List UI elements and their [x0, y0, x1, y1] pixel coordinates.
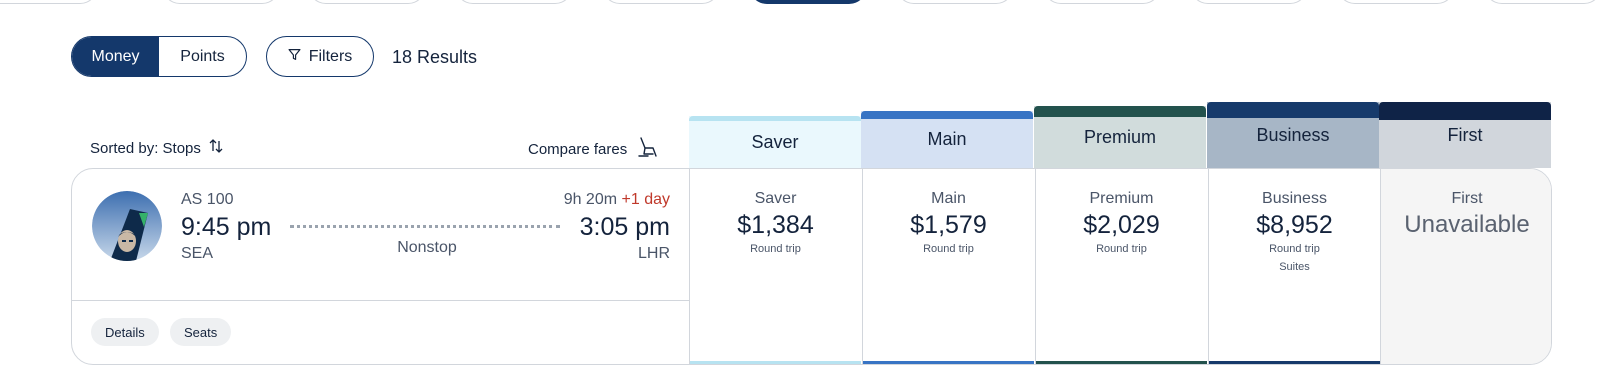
- seats-button[interactable]: Seats: [170, 318, 232, 346]
- fare-name: First: [1451, 190, 1483, 207]
- fare-name: Saver: [754, 190, 797, 207]
- fare-option-saver[interactable]: Saver $1,384 Round trip: [689, 169, 861, 364]
- fare-unavailable: Unavailable: [1404, 211, 1530, 238]
- airline-logo: [92, 191, 162, 261]
- fare-header-label: Business: [1256, 124, 1330, 145]
- date-selector-strip: [0, 0, 1600, 4]
- date-pill[interactable]: [0, 0, 98, 4]
- fare-color-bar: [1036, 361, 1207, 364]
- fare-color-bar: [863, 361, 1034, 364]
- date-pill[interactable]: [896, 0, 1014, 4]
- fare-header-business: Business: [1207, 102, 1379, 168]
- fare-trip-type: Round trip: [750, 243, 801, 255]
- date-pill[interactable]: [455, 0, 573, 4]
- card-divider: [72, 300, 689, 301]
- sort-label: Sorted by: Stops: [90, 139, 201, 157]
- flight-info: AS 100 9:45 pm SEA Nonstop 9h 20m +1 day…: [72, 169, 689, 300]
- arrival-time: 3:05 pm: [579, 213, 670, 241]
- money-toggle-button[interactable]: Money: [72, 37, 159, 76]
- fare-trip-type: Round trip: [1269, 243, 1320, 255]
- money-points-toggle: Money Points: [71, 36, 247, 77]
- date-pill[interactable]: [1043, 0, 1161, 4]
- fare-color-bar: [1209, 361, 1380, 364]
- date-pill[interactable]: [1484, 0, 1600, 4]
- fare-name: Premium: [1089, 190, 1154, 207]
- filters-button[interactable]: Filters: [266, 36, 374, 77]
- compare-fares-button[interactable]: Compare fares: [528, 136, 659, 162]
- fare-price: $2,029: [1083, 211, 1160, 239]
- fare-cabin-note: Suites: [1279, 261, 1310, 273]
- fare-header-label: Saver: [751, 131, 799, 152]
- fare-name: Business: [1262, 190, 1327, 207]
- fare-header-label: Premium: [1083, 126, 1156, 147]
- fare-header-first: First: [1379, 102, 1551, 168]
- filter-icon: [288, 48, 301, 66]
- points-toggle-button[interactable]: Points: [159, 37, 246, 76]
- fare-option-business[interactable]: Business $8,952 Round trip Suites: [1208, 169, 1380, 364]
- fare-header-label: First: [1447, 124, 1483, 145]
- sort-arrows-icon: [208, 138, 224, 158]
- fare-option-main[interactable]: Main $1,579 Round trip: [862, 169, 1034, 364]
- date-pill[interactable]: [1190, 0, 1308, 4]
- fare-price: $1,579: [910, 211, 987, 239]
- fare-header-main: Main: [861, 111, 1033, 168]
- departure-time: 9:45 pm: [181, 213, 272, 241]
- flight-number: AS 100: [181, 191, 234, 208]
- flight-result-card: AS 100 9:45 pm SEA Nonstop 9h 20m +1 day…: [71, 168, 1552, 365]
- fare-trip-type: Round trip: [923, 243, 974, 255]
- compare-fares-label: Compare fares: [528, 140, 628, 158]
- fare-option-first: First Unavailable: [1380, 169, 1551, 364]
- date-pill[interactable]: [308, 0, 426, 4]
- fare-header-label: Main: [927, 129, 967, 149]
- filters-label: Filters: [308, 47, 353, 65]
- departure-airport: SEA: [181, 245, 214, 262]
- fare-color-bar: [690, 361, 861, 364]
- route-line: [290, 225, 560, 228]
- sort-button[interactable]: Sorted by: Stops: [90, 138, 224, 158]
- fare-price: $1,384: [737, 211, 814, 239]
- date-pill[interactable]: [602, 0, 720, 4]
- day-offset: +1 day: [621, 191, 670, 208]
- fare-price: $8,952: [1256, 211, 1333, 239]
- fare-option-premium[interactable]: Premium $2,029 Round trip: [1035, 169, 1207, 364]
- results-count: 18 Results: [392, 47, 478, 67]
- fare-header-saver: Saver: [689, 116, 861, 168]
- duration-text: 9h 20m: [563, 191, 618, 208]
- arrival-airport: LHR: [637, 245, 670, 262]
- fare-name: Main: [931, 190, 966, 207]
- seat-icon: [637, 136, 659, 162]
- details-button[interactable]: Details: [91, 318, 159, 346]
- date-pill[interactable]: [1337, 0, 1455, 4]
- fare-trip-type: Round trip: [1096, 243, 1147, 255]
- date-pill[interactable]: [162, 0, 280, 4]
- stops-label: Nonstop: [397, 239, 457, 256]
- flight-duration: 9h 20m +1 day: [564, 191, 670, 209]
- fare-header-premium: Premium: [1034, 106, 1206, 168]
- date-pill-selected[interactable]: [749, 0, 867, 4]
